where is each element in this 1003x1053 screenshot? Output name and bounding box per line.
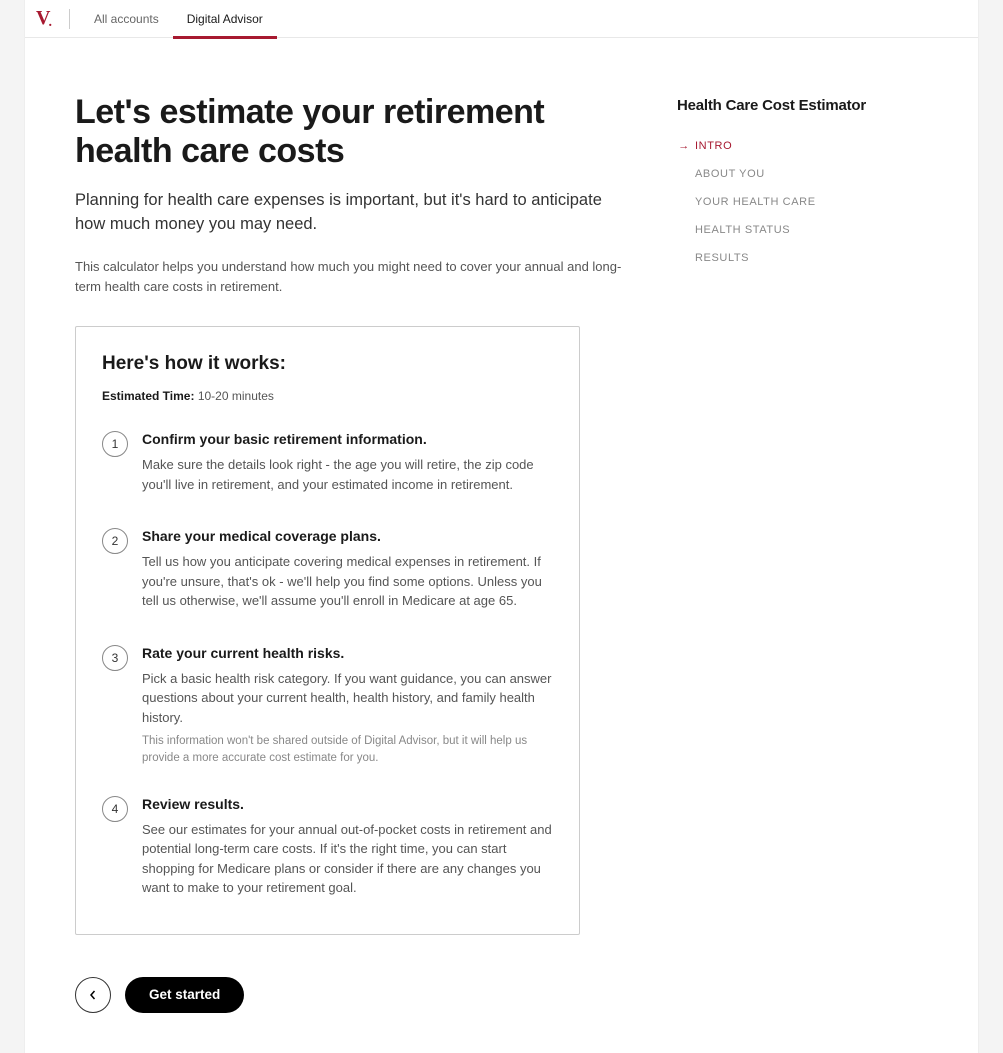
step-note: This information won't be shared outside… [142,733,553,768]
step-desc: Pick a basic health risk category. If yo… [142,669,553,728]
sidebar-title: Health Care Cost Estimator [677,97,947,114]
step-title: Confirm your basic retirement informatio… [142,431,553,447]
step-3: 3 Rate your current health risks. Pick a… [102,645,553,768]
estimated-time: Estimated Time: 10-20 minutes [102,389,553,403]
sidebar-item-label: RESULTS [695,252,749,264]
arrow-right-icon: → [677,140,691,152]
sidebar-item-about-you[interactable]: →ABOUT YOU [677,160,947,188]
step-title: Review results. [142,796,553,812]
back-button[interactable] [75,977,111,1013]
page-title: Let's estimate your retirement health ca… [75,93,635,171]
step-title: Share your medical coverage plans. [142,528,553,544]
step-desc: See our estimates for your annual out-of… [142,820,553,898]
step-number-badge: 2 [102,528,128,554]
get-started-button[interactable]: Get started [125,977,244,1013]
how-it-works-card: Here's how it works: Estimated Time: 10-… [75,326,580,935]
sidebar-item-intro[interactable]: → INTRO [677,132,947,160]
step-2: 2 Share your medical coverage plans. Tel… [102,528,553,617]
page-lead: Planning for health care expenses is imp… [75,189,635,237]
sidebar-item-label: ABOUT YOU [695,168,765,180]
chevron-left-icon [88,990,98,1000]
step-1: 1 Confirm your basic retirement informat… [102,431,553,500]
nav-link-digital-advisor[interactable]: Digital Advisor [173,0,277,38]
sidebar: Health Care Cost Estimator → INTRO →ABOUT … [677,93,947,1013]
sidebar-item-your-health-care[interactable]: →YOUR HEALTH CARE [677,188,947,216]
page-subtext: This calculator helps you understand how… [75,257,635,296]
step-number-badge: 4 [102,796,128,822]
step-number-badge: 1 [102,431,128,457]
sidebar-item-results[interactable]: →RESULTS [677,244,947,272]
sidebar-item-label: YOUR HEALTH CARE [695,196,816,208]
main-content: Let's estimate your retirement health ca… [75,93,635,1013]
step-4: 4 Review results. See our estimates for … [102,796,553,904]
top-nav: V. All accountsDigital Advisor [25,0,978,38]
nav-divider [69,9,70,29]
est-time-value: 10-20 minutes [198,389,274,403]
action-row: Get started [75,977,635,1013]
sidebar-item-label: INTRO [695,140,732,152]
est-time-label: Estimated Time: [102,389,194,403]
nav-link-all-accounts[interactable]: All accounts [80,0,173,38]
step-desc: Tell us how you anticipate covering medi… [142,552,553,611]
step-title: Rate your current health risks. [142,645,553,661]
card-title: Here's how it works: [102,353,553,375]
step-number-badge: 3 [102,645,128,671]
sidebar-items: → INTRO →ABOUT YOU→YOUR HEALTH CARE→HEALTH… [677,132,947,272]
step-desc: Make sure the details look right - the a… [142,455,553,494]
sidebar-item-label: HEALTH STATUS [695,224,790,236]
nav-links: All accountsDigital Advisor [80,0,277,38]
logo-icon[interactable]: V. [33,7,57,31]
sidebar-item-health-status[interactable]: →HEALTH STATUS [677,216,947,244]
steps-list: 1 Confirm your basic retirement informat… [102,431,553,904]
